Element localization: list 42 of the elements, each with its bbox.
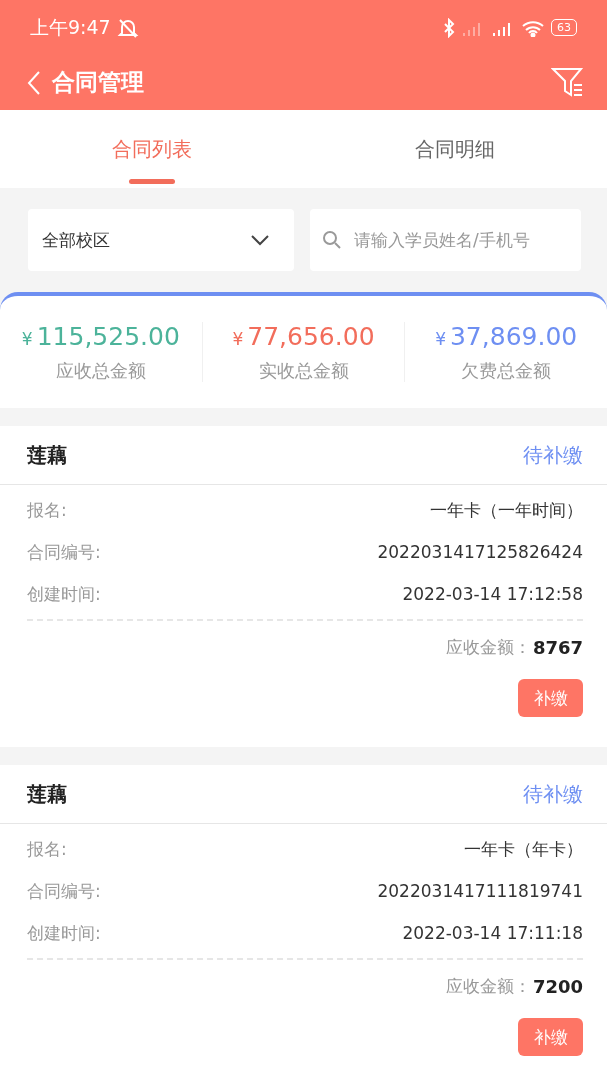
wifi-icon <box>521 18 545 37</box>
total-label: 欠费总金额 <box>461 358 552 383</box>
field-label: 报名: <box>27 498 67 522</box>
amount-value: 8767 <box>532 636 583 658</box>
amount-value: 7200 <box>532 975 583 997</box>
field-label: 报名: <box>27 837 67 861</box>
field-value: 一年卡（一年时间） <box>430 498 583 522</box>
field-label: 合同编号: <box>27 879 101 903</box>
battery-icon: 63 <box>551 19 577 36</box>
total-label: 应收总金额 <box>55 358 146 383</box>
muted-bell-icon <box>116 17 139 38</box>
field-label: 创建时间: <box>27 582 101 606</box>
total-label: 实收总金额 <box>258 358 349 383</box>
tab[interactable]: 合同列表 <box>0 110 304 188</box>
field-label: 合同编号: <box>27 540 101 564</box>
amount-label: 应收金额： <box>445 635 531 659</box>
total-amount: ¥ 77,656.00 <box>232 321 375 351</box>
field-value: 2022-03-14 17:11:18 <box>402 923 583 943</box>
field-value: 2022031417111819741 <box>377 881 583 901</box>
field-value: 2022031417125826424 <box>377 542 583 562</box>
pay-button[interactable]: 补缴 <box>518 1018 583 1056</box>
bluetooth-icon <box>443 17 455 38</box>
total-amount: ¥ 37,869.00 <box>435 321 578 351</box>
tab[interactable]: 合同明细 <box>303 110 607 188</box>
pay-button[interactable]: 补缴 <box>518 679 583 717</box>
chevron-down-icon <box>250 234 270 246</box>
total-amount: ¥ 115,525.00 <box>21 321 180 351</box>
field-label: 创建时间: <box>27 921 101 945</box>
field-value: 一年卡（年卡） <box>464 837 583 861</box>
status-time: 上午9:47 <box>30 14 111 40</box>
search-field[interactable]: 请输入学员姓名/手机号 <box>310 209 581 271</box>
student-name: 莲藕 <box>27 441 67 469</box>
student-name: 莲藕 <box>27 780 67 808</box>
contract-status: 待补缴 <box>523 780 583 808</box>
amount-label: 应收金额： <box>445 974 531 998</box>
field-value: 2022-03-14 17:12:58 <box>402 584 583 604</box>
campus-select[interactable]: 全部校区 <box>28 209 294 271</box>
back-icon <box>26 69 42 96</box>
search-icon <box>322 230 342 250</box>
filter-icon[interactable] <box>551 65 585 100</box>
contract-status: 待补缴 <box>523 441 583 469</box>
page-title: 合同管理 <box>52 68 144 97</box>
